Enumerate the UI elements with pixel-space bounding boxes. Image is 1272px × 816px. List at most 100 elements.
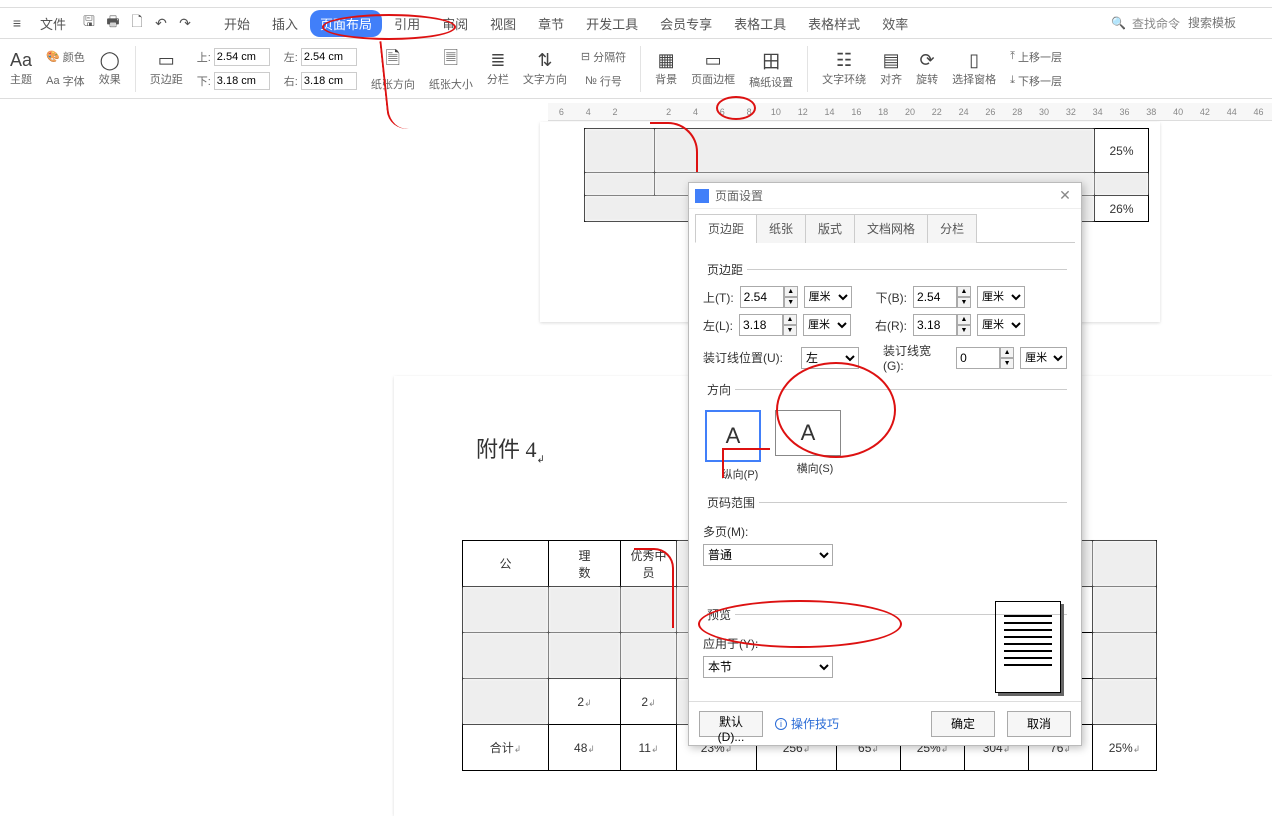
ribbon-theme[interactable]: Aа 主题 — [6, 41, 36, 97]
spin-up[interactable]: ▲ — [784, 286, 798, 297]
orientation-landscape[interactable]: A — [775, 410, 841, 456]
ribbon-breaks[interactable]: ⊟分隔符 — [581, 46, 626, 68]
textdir-icon: ⇅ — [537, 50, 552, 71]
align-icon: ▤ — [883, 50, 900, 71]
colors-icon: 🎨 — [46, 50, 60, 63]
dialog-tabs: 页边距 纸张 版式 文档网格 分栏 — [695, 213, 1075, 243]
horizontal-ruler[interactable]: 6 4 2 2 4 6 8 10 12 14 16 18 20 22 24 26… — [548, 103, 1272, 121]
ribbon-send-backward[interactable]: ⤓下移一层 — [1010, 70, 1062, 92]
preview-thumbnail — [995, 601, 1061, 693]
window-tab-strip — [0, 0, 1272, 8]
ribbon-background[interactable]: ▦ 背景 — [651, 41, 681, 97]
ok-button[interactable]: 确定 — [931, 711, 995, 737]
dlg-left-input[interactable] — [739, 314, 783, 336]
unit-select[interactable]: 厘米 — [804, 286, 852, 308]
ribbon-align[interactable]: ▤ 对齐 — [876, 41, 906, 97]
ribbon-orientation[interactable]: 🗎 纸张方向 — [367, 41, 419, 97]
margins-icon: ▭ — [158, 50, 175, 71]
save-icon[interactable]: 🖫 — [78, 12, 100, 34]
spin-up[interactable]: ▲ — [957, 314, 971, 325]
ribbon-linenum[interactable]: №行号 — [585, 70, 622, 92]
ribbon-margins[interactable]: ▭ 页边距 — [146, 41, 187, 97]
default-button[interactable]: 默认(D)... — [699, 711, 763, 737]
tab-margins[interactable]: 页边距 — [695, 214, 757, 243]
ribbon-manuscript[interactable]: 田 稿纸设置 — [745, 41, 797, 97]
ribbon-bring-forward[interactable]: ⤒上移一层 — [1010, 46, 1062, 68]
multipage-select[interactable]: 普通 — [703, 544, 833, 566]
tab-columns[interactable]: 分栏 — [927, 214, 977, 243]
dialog-app-icon — [695, 189, 709, 203]
applyto-select[interactable]: 本节 — [703, 656, 833, 678]
spin-down[interactable]: ▼ — [957, 297, 971, 308]
fieldset-margins: 页边距 上(T): ▲▼ 厘米 下(B): ▲▼ 厘米 左(L): ▲▼ 厘米 — [703, 261, 1067, 373]
spin-down[interactable]: ▼ — [957, 325, 971, 336]
value-cell: 25% — [1095, 129, 1149, 173]
rotate-icon: ⟳ — [920, 50, 935, 71]
tab-grid[interactable]: 文档网格 — [854, 214, 928, 243]
page-setup-dialog: 页面设置 ✕ 页边距 纸张 版式 文档网格 分栏 页边距 上(T): ▲▼ 厘米… — [688, 182, 1082, 746]
spin-down[interactable]: ▼ — [1000, 358, 1014, 369]
margin-right-input[interactable] — [301, 72, 357, 90]
undo-icon[interactable]: ↶ — [150, 12, 172, 34]
redo-icon[interactable]: ↷ — [174, 12, 196, 34]
ribbon-papersize[interactable]: 🗏 纸张大小 — [425, 41, 477, 97]
print-icon[interactable]: 🖶 — [102, 12, 124, 34]
dlg-bottom-input[interactable] — [913, 286, 957, 308]
ribbon-effects[interactable]: ◯ 效果 — [95, 41, 125, 97]
unit-select[interactable]: 厘米 — [977, 286, 1025, 308]
divider — [135, 46, 136, 92]
preview-icon[interactable]: 🗋 — [126, 12, 148, 34]
tab-review[interactable]: 审阅 — [432, 10, 478, 37]
tab-page-layout[interactable]: 页面布局 — [310, 10, 382, 37]
tab-insert[interactable]: 插入 — [262, 10, 308, 37]
tab-efficiency[interactable]: 效率 — [872, 10, 918, 37]
app-menu-icon[interactable]: ≡ — [6, 12, 28, 34]
dlg-right-input[interactable] — [913, 314, 957, 336]
ribbon: Aа 主题 🎨颜色 Aa字体 ◯ 效果 ▭ 页边距 上: 下: 左: 右: 🗎 … — [0, 39, 1272, 99]
tab-section[interactable]: 章节 — [528, 10, 574, 37]
unit-select[interactable]: 厘米 — [977, 314, 1025, 336]
spin-down[interactable]: ▼ — [783, 325, 797, 336]
gutter-pos-select[interactable]: 左 — [801, 347, 859, 369]
search-input[interactable] — [1186, 15, 1266, 31]
ribbon-wrap[interactable]: ☷ 文字环绕 — [818, 41, 870, 97]
divider — [640, 46, 641, 92]
ribbon-border[interactable]: ▭ 页面边框 — [687, 41, 739, 97]
tab-member[interactable]: 会员专享 — [650, 10, 722, 37]
tab-table-style[interactable]: 表格样式 — [798, 10, 870, 37]
fonts-icon: Aa — [46, 75, 59, 87]
dlg-gutter-input[interactable] — [956, 347, 1000, 369]
cancel-button[interactable]: 取消 — [1007, 711, 1071, 737]
margin-left-input[interactable] — [301, 48, 357, 66]
ribbon-columns[interactable]: ≣ 分栏 — [483, 41, 513, 97]
tab-devtools[interactable]: 开发工具 — [576, 10, 648, 37]
dialog-titlebar[interactable]: 页面设置 ✕ — [689, 183, 1081, 209]
tab-paper[interactable]: 纸张 — [756, 214, 806, 243]
close-icon[interactable]: ✕ — [1055, 187, 1075, 204]
orientation-portrait[interactable]: A — [705, 410, 761, 462]
tips-link[interactable]: i 操作技巧 — [775, 715, 839, 732]
ribbon-colors[interactable]: 🎨颜色 — [46, 46, 85, 68]
margin-bottom-input[interactable] — [214, 72, 270, 90]
ribbon-rotate[interactable]: ⟳ 旋转 — [912, 41, 942, 97]
manuscript-icon: 田 — [762, 48, 780, 74]
margin-top-input[interactable] — [214, 48, 270, 66]
spin-up[interactable]: ▲ — [957, 286, 971, 297]
unit-select[interactable]: 厘米 — [1020, 347, 1067, 369]
spin-down[interactable]: ▼ — [784, 297, 798, 308]
tab-layout[interactable]: 版式 — [805, 214, 855, 243]
ribbon-textdir[interactable]: ⇅ 文字方向 — [519, 41, 571, 97]
spin-up[interactable]: ▲ — [783, 314, 797, 325]
spin-up[interactable]: ▲ — [1000, 347, 1014, 358]
tab-view[interactable]: 视图 — [480, 10, 526, 37]
unit-select[interactable]: 厘米 — [803, 314, 851, 336]
border-icon: ▭ — [705, 50, 722, 71]
tab-start[interactable]: 开始 — [214, 10, 260, 37]
ribbon-fonts[interactable]: Aa字体 — [46, 70, 84, 92]
dlg-top-input[interactable] — [740, 286, 784, 308]
wrap-icon: ☷ — [836, 50, 852, 71]
tab-references[interactable]: 引用 — [384, 10, 430, 37]
ribbon-selection-pane[interactable]: ▯ 选择窗格 — [948, 41, 1000, 97]
menu-file[interactable]: 文件 — [30, 10, 76, 37]
tab-table-tools[interactable]: 表格工具 — [724, 10, 796, 37]
